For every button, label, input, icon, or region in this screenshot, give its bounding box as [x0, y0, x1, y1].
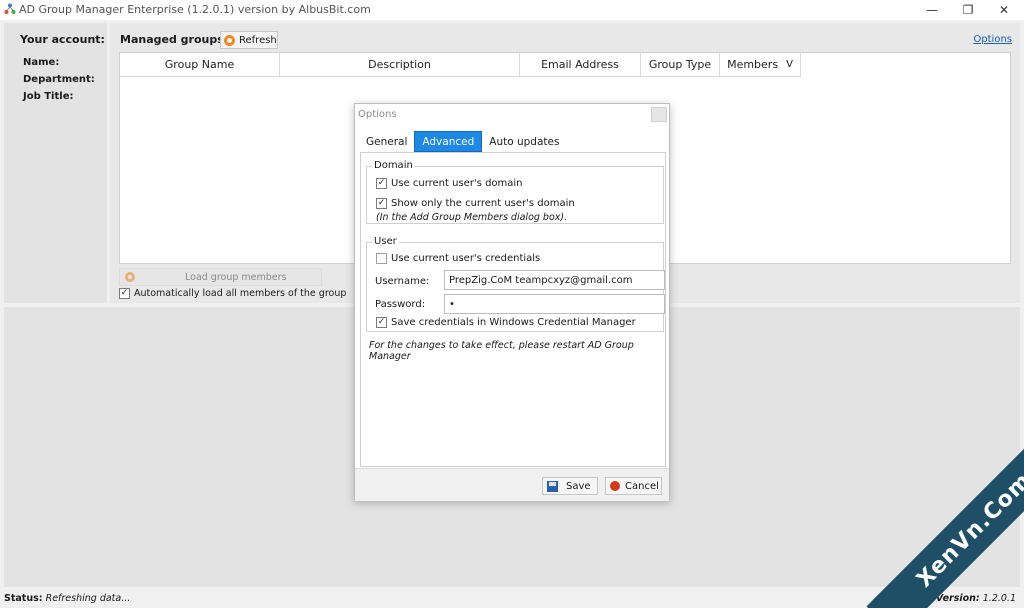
- watermark-band: XenVn.Com: [866, 448, 1024, 608]
- save-credentials-row[interactable]: ✓ Save credentials in Windows Credential…: [376, 317, 636, 328]
- use-current-domain-label: Use current user's domain: [391, 178, 523, 189]
- save-label: Save: [566, 480, 591, 492]
- account-panel: Your account: Name: Department: Job Titl…: [4, 23, 107, 303]
- refresh-icon: [125, 272, 135, 282]
- use-current-domain-checkbox[interactable]: ✓: [376, 178, 387, 189]
- tab-general[interactable]: General: [359, 131, 414, 152]
- close-button[interactable]: ✕: [986, 0, 1022, 20]
- dialog-footer: Save Cancel: [355, 468, 669, 501]
- auto-load-checkbox[interactable]: ✓: [119, 288, 130, 299]
- domain-legend: Domain: [372, 160, 415, 171]
- dialog-title: Options: [358, 109, 397, 120]
- cancel-button[interactable]: Cancel: [605, 477, 662, 495]
- username-field[interactable]: PrepZig.CoM teampcxyz@gmail.com: [444, 270, 665, 290]
- department-label: Department:: [23, 74, 95, 85]
- load-group-members-button[interactable]: Load group members: [119, 268, 322, 286]
- domain-group: Domain ✓ Use current user's domain ✓ Sho…: [366, 160, 664, 224]
- column-members-label: Members: [727, 58, 779, 71]
- save-credentials-checkbox[interactable]: ✓: [376, 317, 387, 328]
- grid-header: Group Name Description Email Address Gro…: [120, 53, 1010, 77]
- stop-icon: [610, 481, 620, 491]
- job-title-label: Job Title:: [23, 91, 74, 102]
- options-link[interactable]: Options: [973, 34, 1012, 45]
- watermark-text: XenVn.Com: [911, 467, 1024, 593]
- window-title: AD Group Manager Enterprise (1.2.0.1) ve…: [19, 3, 371, 16]
- dialog-close-button[interactable]: [651, 107, 667, 122]
- refresh-button[interactable]: Refresh: [220, 31, 278, 49]
- use-credentials-row[interactable]: Use current user's credentials: [376, 253, 540, 264]
- password-field[interactable]: •: [444, 294, 665, 314]
- floppy-disk-icon: [547, 480, 558, 492]
- account-title: Your account:: [20, 33, 105, 46]
- column-email-address[interactable]: Email Address: [520, 53, 641, 77]
- use-credentials-checkbox[interactable]: [376, 253, 387, 264]
- minimize-button[interactable]: —: [914, 0, 950, 20]
- status-value: Refreshing data...: [45, 593, 131, 604]
- show-only-domain-label: Show only the current user's domain: [391, 198, 575, 209]
- auto-load-label: Automatically load all members of the gr…: [134, 288, 347, 299]
- column-members[interactable]: Members V: [720, 53, 801, 77]
- watermark: XenVn.Com: [864, 448, 1024, 608]
- tab-auto-updates[interactable]: Auto updates: [482, 131, 566, 152]
- cancel-label: Cancel: [625, 480, 659, 492]
- restore-button[interactable]: ❐: [950, 0, 986, 20]
- sort-indicator-icon: V: [786, 59, 793, 70]
- use-current-domain-row[interactable]: ✓ Use current user's domain: [376, 178, 523, 189]
- options-dialog: Options General Advanced Auto updates Do…: [354, 103, 670, 501]
- restore-icon: ❐: [962, 3, 974, 17]
- managed-groups-label: Managed groups:: [120, 33, 229, 46]
- advanced-tab-panel: Domain ✓ Use current user's domain ✓ Sho…: [360, 152, 666, 467]
- status-label: Status:: [4, 593, 43, 604]
- user-group: User Use current user's credentials User…: [366, 236, 665, 332]
- status-text-area: Status: Refreshing data...: [4, 593, 130, 604]
- column-group-name[interactable]: Group Name: [120, 53, 280, 77]
- column-group-type[interactable]: Group Type: [641, 53, 720, 77]
- refresh-icon: [224, 34, 235, 46]
- title-bar: AD Group Manager Enterprise (1.2.0.1) ve…: [0, 0, 1024, 20]
- username-label: Username:: [375, 276, 430, 287]
- auto-load-checkbox-row[interactable]: ✓ Automatically load all members of the …: [119, 288, 346, 299]
- name-label: Name:: [23, 57, 60, 68]
- network-icon: [4, 3, 16, 14]
- use-credentials-label: Use current user's credentials: [391, 253, 541, 264]
- show-only-domain-note: (In the Add Group Members dialog box).: [376, 212, 568, 223]
- close-icon: ✕: [998, 3, 1010, 17]
- minimize-icon: —: [926, 3, 938, 17]
- show-only-domain-row[interactable]: ✓ Show only the current user's domain: [376, 198, 575, 209]
- password-label: Password:: [375, 299, 426, 310]
- tab-advanced[interactable]: Advanced: [414, 131, 483, 152]
- column-description[interactable]: Description: [280, 53, 520, 77]
- refresh-label: Refresh: [239, 34, 277, 46]
- user-legend: User: [372, 236, 399, 247]
- show-only-domain-checkbox[interactable]: ✓: [376, 198, 387, 209]
- options-tabs: General Advanced Auto updates: [359, 131, 566, 152]
- restart-note: For the changes to take effect, please r…: [369, 340, 634, 362]
- save-button[interactable]: Save: [542, 477, 598, 495]
- save-credentials-label: Save credentials in Windows Credential M…: [391, 317, 636, 328]
- load-group-members-label: Load group members: [185, 271, 287, 283]
